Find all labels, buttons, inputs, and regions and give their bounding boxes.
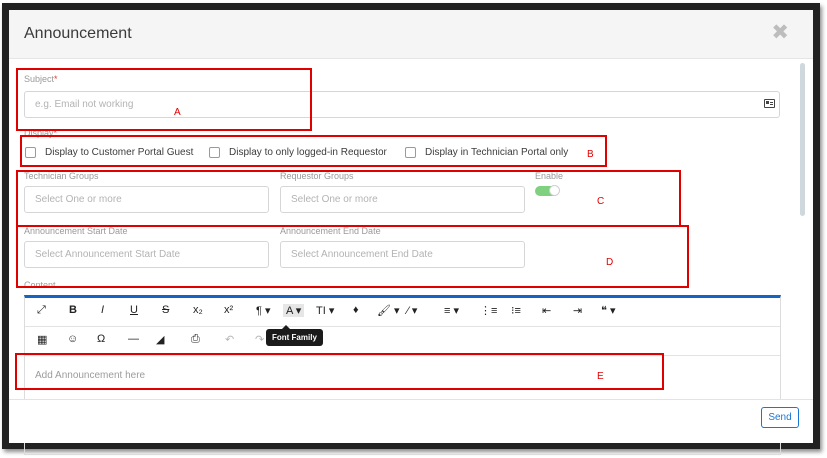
magic-wand-icon[interactable]: ⁄ ▾ bbox=[407, 304, 417, 317]
annotation-box-d bbox=[16, 225, 689, 288]
annotation-box-b bbox=[20, 135, 607, 167]
underline-icon[interactable]: U bbox=[130, 304, 138, 316]
bold-icon[interactable]: B bbox=[69, 304, 77, 316]
align-icon[interactable]: ≡ ▾ bbox=[444, 304, 459, 317]
font-family-icon[interactable]: A ▾ bbox=[283, 304, 305, 317]
font-family-tooltip: Font Family bbox=[266, 325, 323, 346]
italic-icon[interactable]: I bbox=[101, 304, 104, 316]
dialog-title: Announcement bbox=[24, 25, 132, 42]
print-icon[interactable]: ⎙ bbox=[191, 333, 200, 346]
scrollbar[interactable] bbox=[800, 63, 805, 216]
close-icon[interactable]: ✖ bbox=[771, 22, 789, 43]
annotation-box-e bbox=[15, 353, 664, 390]
unordered-list-icon[interactable]: ⁝≡ bbox=[511, 304, 521, 317]
redo-icon[interactable]: ↷ bbox=[255, 333, 264, 346]
annotation-label-e: E bbox=[597, 371, 604, 382]
fullscreen-icon[interactable]: ⤢ bbox=[37, 304, 46, 317]
special-character-icon[interactable]: Ω bbox=[97, 333, 105, 345]
outdent-icon[interactable]: ⇤ bbox=[542, 304, 551, 317]
annotation-label-c: C bbox=[597, 196, 605, 207]
superscript-icon[interactable]: x² bbox=[224, 304, 233, 316]
send-button[interactable]: Send bbox=[761, 407, 799, 428]
annotation-label-a: A bbox=[174, 107, 181, 118]
emoticon-icon[interactable]: ☺ bbox=[67, 333, 78, 345]
editor-toolbar-row-2: ▦ ☺ Ω — ◢ ⎙ ↶ ↷ bbox=[25, 327, 780, 356]
quote-icon[interactable]: ❝ ▾ bbox=[601, 304, 616, 317]
undo-icon[interactable]: ↶ bbox=[225, 333, 234, 346]
font-size-icon[interactable]: TI ▾ bbox=[316, 304, 334, 317]
paint-brush-icon[interactable]: 🖌 ▾ bbox=[377, 304, 400, 317]
annotation-box-a bbox=[16, 68, 312, 131]
editor-toolbar-row-1: ⤢ B I U S x₂ x² ¶ ▾ A ▾ TI ▾ ♦ 🖌 ▾ ⁄ ▾ ≡… bbox=[25, 298, 780, 327]
paragraph-format-icon[interactable]: ¶ ▾ bbox=[256, 304, 271, 317]
annotation-label-b: B bbox=[587, 149, 594, 160]
clear-formatting-icon[interactable]: ◢ bbox=[156, 333, 164, 346]
table-icon[interactable]: ▦ bbox=[37, 333, 47, 346]
id-card-icon[interactable] bbox=[764, 99, 775, 108]
subscript-icon[interactable]: x₂ bbox=[193, 304, 203, 316]
dialog-footer bbox=[9, 399, 813, 443]
annotation-box-c bbox=[16, 170, 681, 227]
strikethrough-icon[interactable]: S bbox=[162, 304, 169, 316]
indent-icon[interactable]: ⇥ bbox=[573, 304, 582, 317]
horizontal-line-icon[interactable]: — bbox=[128, 333, 139, 345]
text-color-icon[interactable]: ♦ bbox=[353, 304, 359, 316]
dialog-header: Announcement ✖ bbox=[9, 10, 813, 59]
annotation-label-d: D bbox=[606, 257, 614, 268]
ordered-list-icon[interactable]: ⋮≡ bbox=[480, 304, 497, 317]
